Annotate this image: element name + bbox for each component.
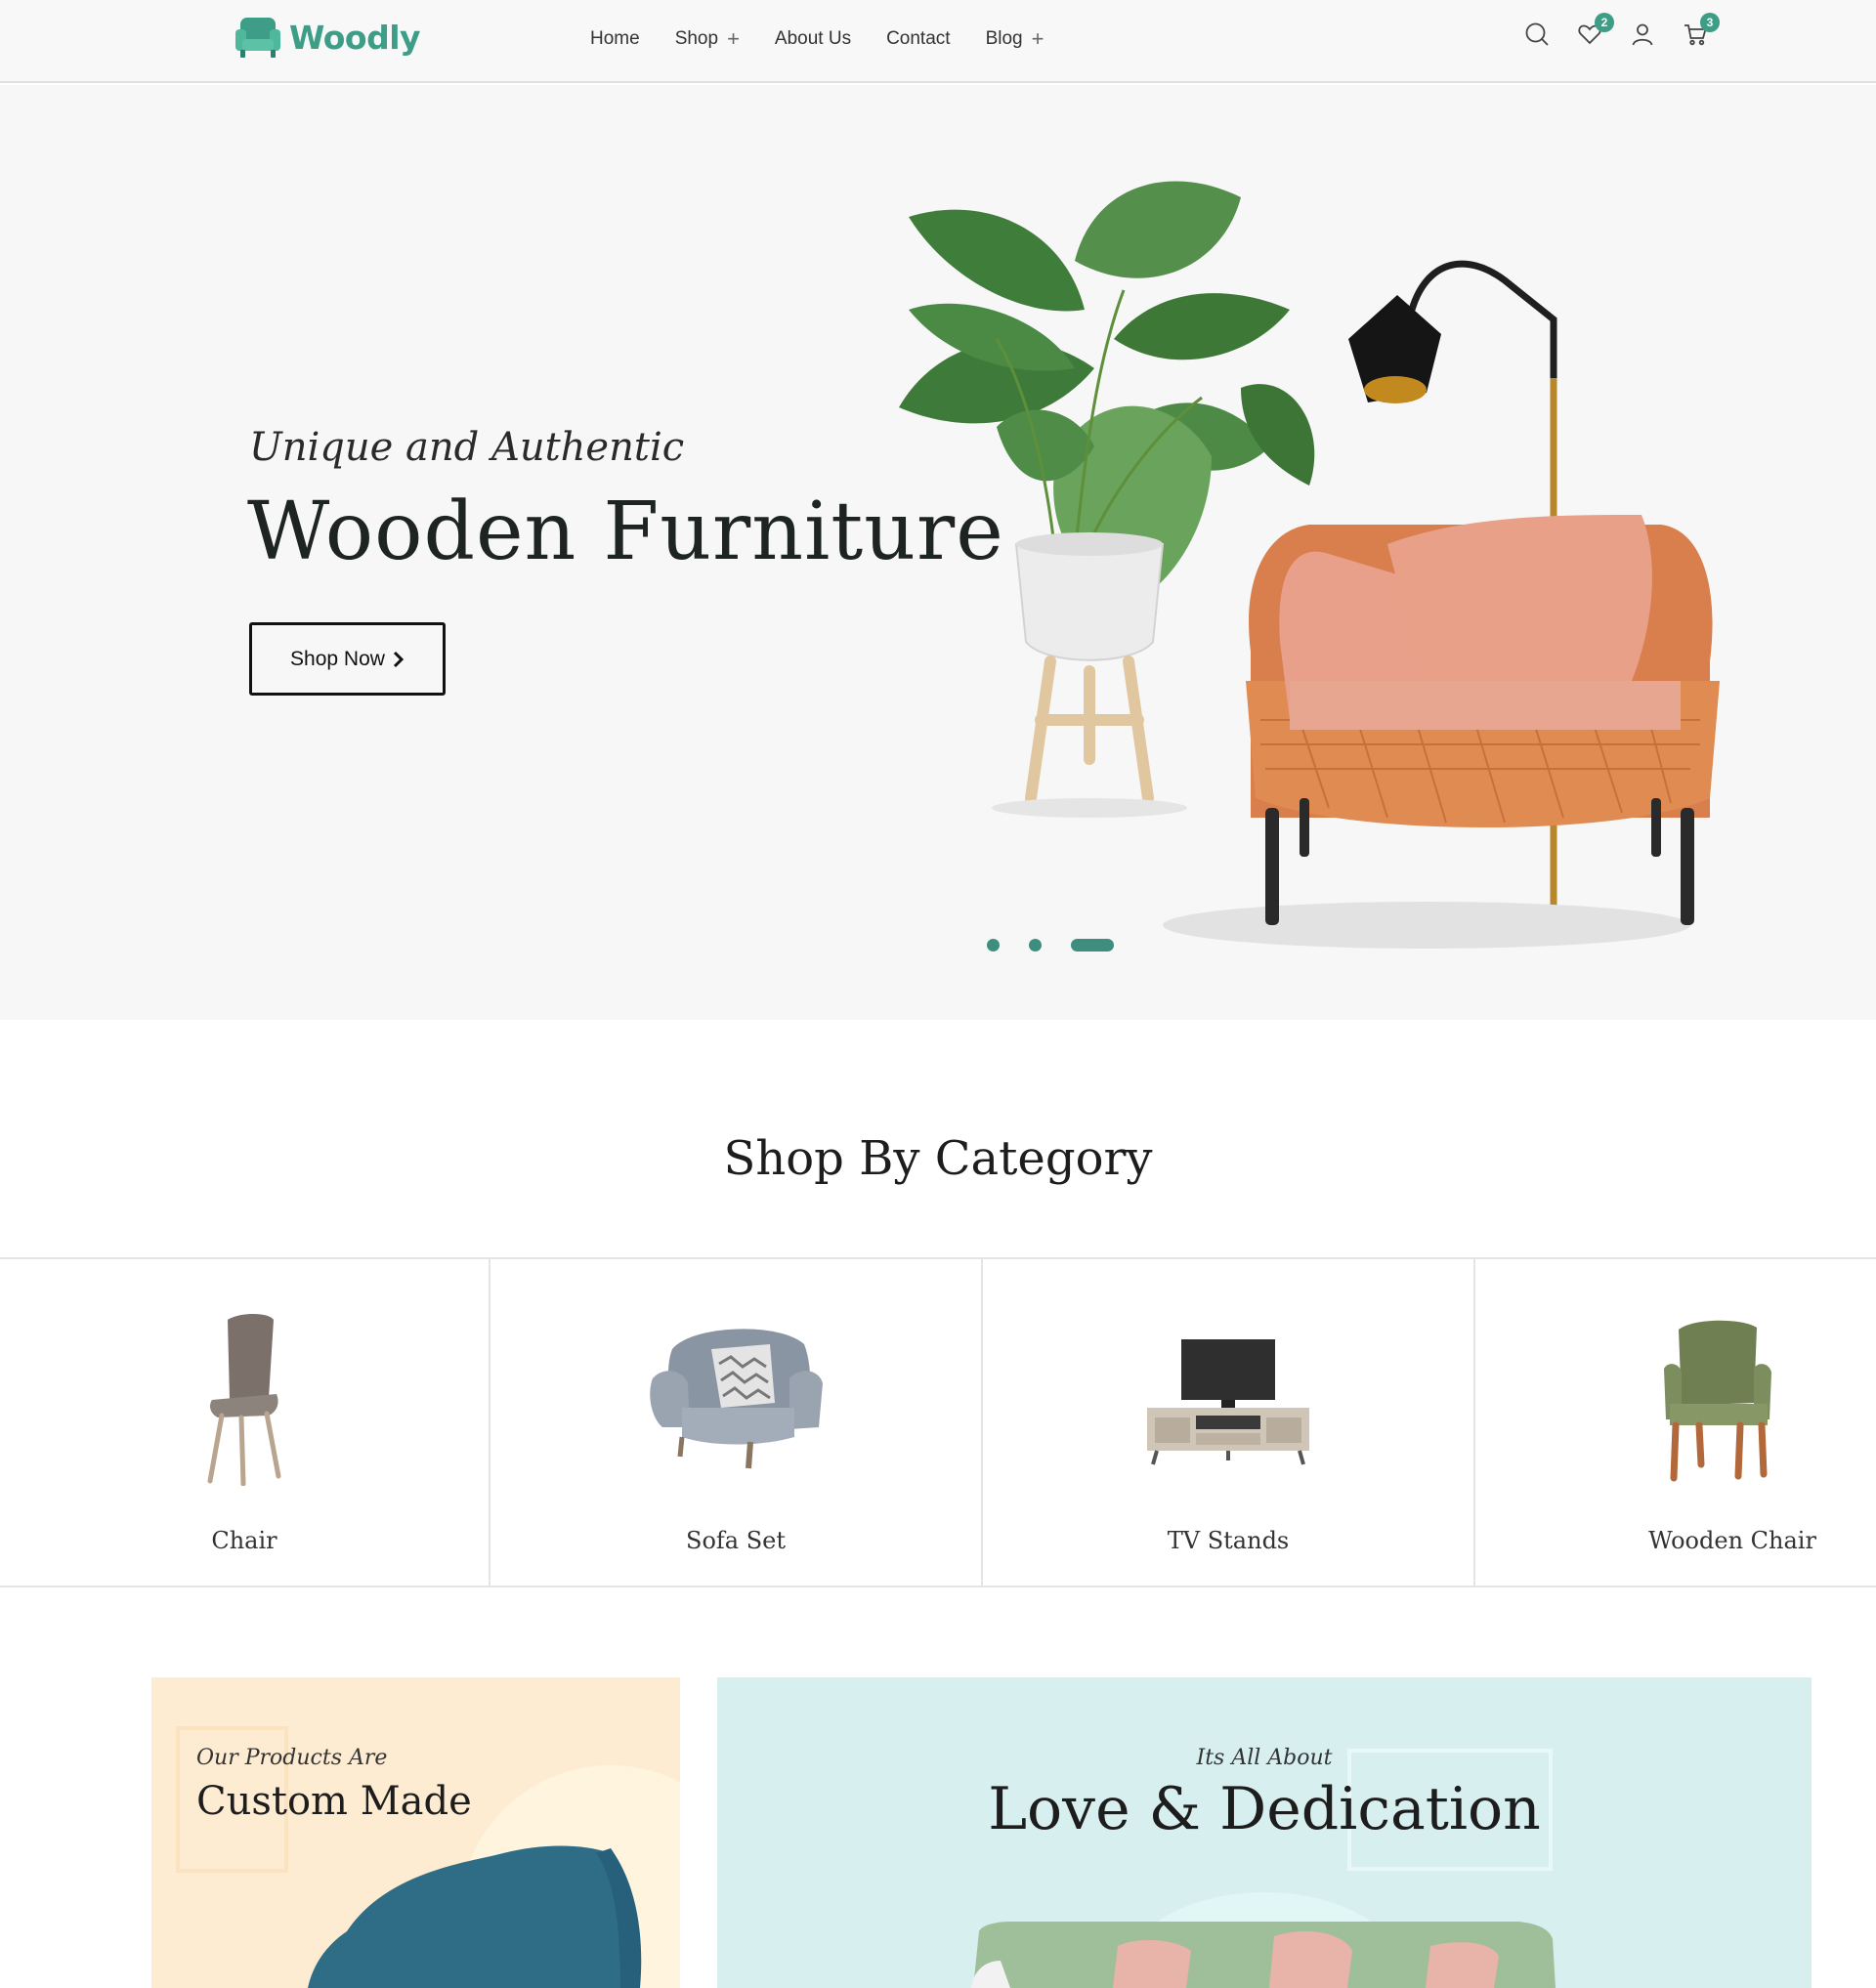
nav-shop-label: Shop xyxy=(674,28,719,49)
search-icon xyxy=(1525,22,1549,46)
header-actions: 2 3 xyxy=(1524,13,1720,47)
shop-now-button[interactable]: Shop Now xyxy=(249,622,446,696)
slider-dot-1[interactable] xyxy=(987,939,1000,952)
armchair-logo-icon xyxy=(235,18,280,58)
brand-name: Woodly xyxy=(289,18,421,57)
hero-subtitle: Unique and Authentic xyxy=(249,425,685,470)
nav-contact-label: Contact xyxy=(886,28,951,49)
hero-furniture-image xyxy=(899,181,1720,949)
main-nav: Home Shop + About Us Contact Blog + xyxy=(590,25,1044,53)
category-label: Sofa Set xyxy=(686,1527,786,1554)
wishlist-button[interactable]: 2 xyxy=(1577,13,1614,47)
nav-item-shop[interactable]: Shop + xyxy=(675,25,740,53)
slider-dot-2[interactable] xyxy=(1029,939,1042,952)
plus-icon: + xyxy=(727,26,740,51)
hero-slider: Unique and Authentic Wooden Furniture Sh… xyxy=(0,85,1876,1020)
account-button[interactable] xyxy=(1630,21,1655,47)
category-label: TV Stands xyxy=(1167,1527,1290,1554)
nav-item-blog[interactable]: Blog + xyxy=(986,25,1045,53)
nav-about-label: About Us xyxy=(774,28,852,49)
category-card-wooden-chair[interactable]: Wooden Chair xyxy=(1475,1259,1876,1586)
chevron-right-icon xyxy=(393,651,405,667)
promo-subtitle: Its All About xyxy=(1196,1746,1333,1770)
category-card-chair[interactable]: Chair xyxy=(0,1259,490,1586)
sofa-image xyxy=(650,1329,823,1469)
armchair-image xyxy=(1163,515,1720,949)
cart-count-badge: 3 xyxy=(1700,13,1720,32)
logo[interactable]: Woodly xyxy=(234,14,421,61)
plus-icon: + xyxy=(1031,26,1045,51)
search-button[interactable] xyxy=(1524,21,1550,47)
wooden-chair-image xyxy=(1664,1320,1771,1482)
nav-home-label: Home xyxy=(590,28,640,49)
category-card-sofa-set[interactable]: Sofa Set xyxy=(490,1259,983,1586)
tv-stand-image xyxy=(1147,1339,1309,1465)
promo-title: Love & Dedication xyxy=(988,1775,1541,1843)
cart-button[interactable]: 3 xyxy=(1683,13,1720,47)
category-grid: Chair Sofa Set TV Stands Wooden Chair xyxy=(0,1257,1876,1587)
shop-now-label: Shop Now xyxy=(290,647,385,670)
category-label: Wooden Chair xyxy=(1648,1527,1816,1554)
slider-dot-3-active[interactable] xyxy=(1071,939,1114,952)
nav-item-contact[interactable]: Contact xyxy=(886,25,950,53)
category-card-tv-stands[interactable]: TV Stands xyxy=(983,1259,1475,1586)
nav-blog-label: Blog xyxy=(985,28,1023,49)
slider-dots xyxy=(987,939,1114,952)
wishlist-count-badge: 2 xyxy=(1595,13,1614,32)
user-icon xyxy=(1632,23,1653,46)
promo-banner-custom-made[interactable]: Our Products Are Custom Made xyxy=(151,1677,680,1988)
nav-item-about[interactable]: About Us xyxy=(775,25,851,53)
site-header: Woodly Home Shop + About Us Contact Blog… xyxy=(0,0,1876,83)
promo-banner-love-dedication[interactable]: Its All About Love & Dedication xyxy=(717,1677,1812,1988)
chair-image xyxy=(207,1314,281,1486)
nav-item-home[interactable]: Home xyxy=(590,25,640,53)
section-title-categories: Shop By Category xyxy=(723,1131,1153,1186)
blue-chair-image xyxy=(308,1765,680,1988)
category-label: Chair xyxy=(211,1527,277,1554)
